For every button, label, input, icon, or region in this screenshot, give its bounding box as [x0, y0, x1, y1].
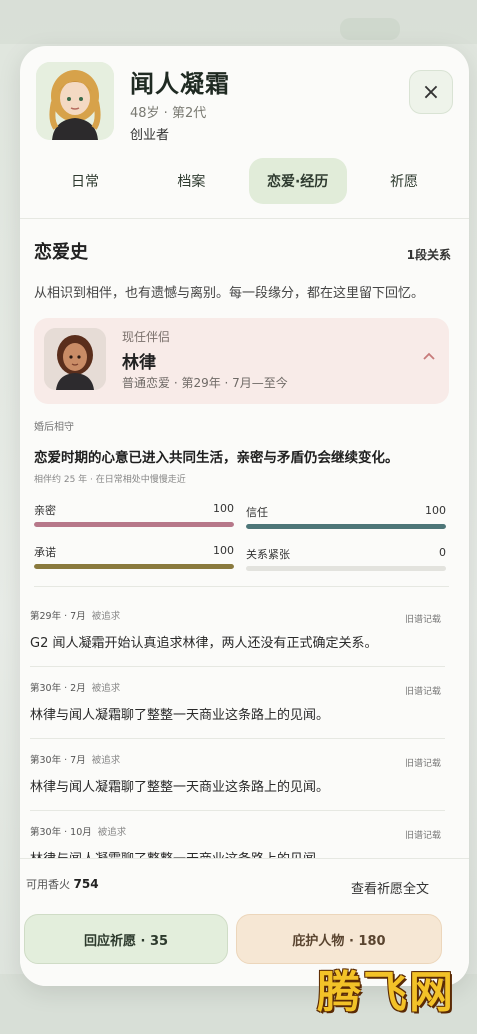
tab-profile[interactable]: 档案: [142, 158, 240, 204]
tab-daily[interactable]: 日常: [36, 158, 134, 204]
view-wish-link[interactable]: 查看祈愿全文: [351, 878, 429, 897]
character-meta: 48岁 · 第2代: [130, 106, 207, 121]
character-role: 创业者: [130, 128, 170, 143]
history-entry: 第30年 · 7月 被追求 旧谱记载 林律与闻人凝霜聊了整整一天商业这条路上的见闻…: [20, 738, 469, 808]
character-name: 闻人凝霜: [130, 70, 230, 98]
partner-subtitle: 普通恋爱 · 第29年 · 7月—至今: [122, 376, 288, 390]
tab-bar: 日常 档案 恋爱·经历 祈愿: [36, 158, 453, 206]
section-title: 恋爱史: [34, 242, 88, 263]
tab-love-history[interactable]: 恋爱·经历: [248, 158, 347, 204]
stat-label: 亲密: [34, 504, 56, 517]
entry-date: 第30年 · 10月 被追求: [30, 827, 127, 838]
character-avatar: [36, 62, 114, 140]
stat-label: 信任: [246, 506, 268, 519]
stat-label: 承诺: [34, 546, 56, 559]
stats-divider: [34, 586, 449, 587]
partner-portrait-icon: [44, 328, 106, 390]
chevron-up-icon[interactable]: [423, 348, 435, 364]
partner-label: 现任伴侣: [122, 330, 171, 344]
stat-value: 100: [213, 544, 234, 557]
partner-name: 林律: [122, 353, 156, 373]
stat-value: 100: [425, 504, 446, 517]
stat-value: 0: [439, 546, 446, 559]
stat-fill: [246, 524, 446, 529]
history-entry: 第30年 · 2月 被追求 旧谱记载 林律与闻人凝霜聊了整整一天商业这条路上的见闻…: [20, 666, 469, 736]
tab-wishes[interactable]: 祈愿: [355, 158, 453, 204]
respond-wish-button[interactable]: 回应祈愿 · 35: [24, 914, 228, 964]
relationship-count: 1段关系: [406, 248, 451, 262]
stat-track: [246, 524, 446, 529]
close-button[interactable]: ×: [409, 70, 453, 114]
stage-label: 婚后相守: [34, 422, 74, 433]
stat-track: [34, 564, 234, 569]
site-watermark: 腾飞网: [317, 967, 455, 1018]
stat-fill: [34, 522, 234, 527]
entry-source: 旧谱记载: [404, 687, 441, 697]
partner-avatar: [44, 328, 106, 390]
entry-text: 林律与闻人凝霜聊了整整一天商业这条路上的见闻。: [30, 780, 330, 795]
section-description: 从相识到相伴，也有遗憾与离别。每一段缘分，都在这里留下回忆。: [34, 286, 425, 301]
stat-fill: [34, 564, 234, 569]
entry-date: 第29年 · 7月 被追求: [30, 611, 121, 622]
entry-source: 旧谱记载: [404, 615, 441, 625]
history-entry: 第29年 · 7月 被追求 旧谱记载 G2 闻人凝霜开始认真追求林律，两人还没有正…: [20, 594, 469, 664]
stage-text: 恋爱时期的心意已进入共同生活，亲密与矛盾仍会继续变化。: [34, 450, 399, 466]
incense-balance: 可用香火 754: [26, 877, 99, 891]
entry-date: 第30年 · 7月 被追求: [30, 755, 121, 766]
entry-source: 旧谱记载: [404, 759, 441, 769]
character-portrait-icon: [36, 62, 114, 140]
tabs-divider: [20, 218, 469, 219]
entry-source: 旧谱记载: [404, 831, 441, 841]
stat-label: 关系紧张: [246, 548, 290, 561]
background-top-bar: [0, 0, 477, 44]
close-icon: ×: [421, 79, 441, 105]
profile-header: 闻人凝霜 48岁 · 第2代 创业者 ×: [36, 62, 453, 143]
footer-divider: [20, 858, 469, 859]
stat-track: [246, 566, 446, 571]
stage-sub: 相伴约 25 年 · 在日常相处中慢慢走近: [34, 475, 186, 485]
current-partner-card[interactable]: 现任伴侣 林律 普通恋爱 · 第29年 · 7月—至今: [34, 318, 449, 404]
background-pill: [340, 18, 400, 40]
stat-track: [34, 522, 234, 527]
entry-text: G2 闻人凝霜开始认真追求林律，两人还没有正式确定关系。: [30, 636, 378, 651]
stat-value: 100: [213, 502, 234, 515]
entry-text: 林律与闻人凝霜聊了整整一天商业这条路上的见闻。: [30, 708, 330, 723]
entry-date: 第30年 · 2月 被追求: [30, 683, 121, 694]
character-detail-card: 闻人凝霜 48岁 · 第2代 创业者 × 日常 档案 恋爱·经历 祈愿 恋爱史 …: [20, 46, 469, 986]
